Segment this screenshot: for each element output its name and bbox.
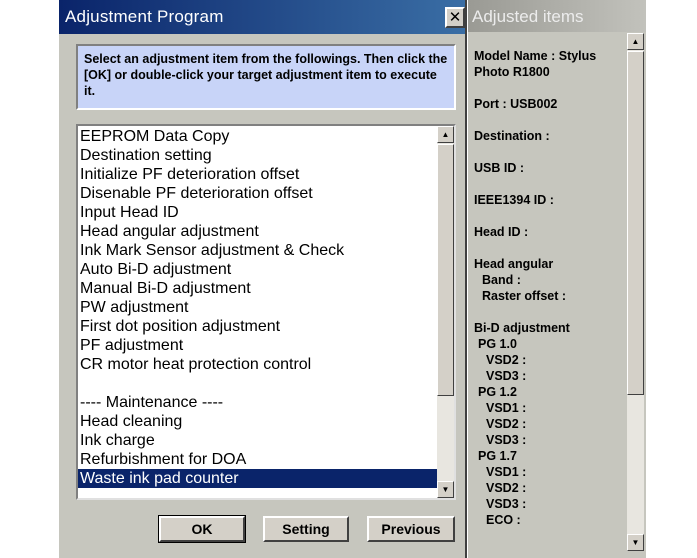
list-item[interactable]: PW adjustment — [78, 298, 437, 317]
adjusted-item-line: Raster offset : — [482, 289, 567, 303]
adjusted-item-line: VSD1 : — [486, 401, 527, 415]
panel-scrollbar[interactable]: ▲ ▼ — [627, 33, 644, 551]
adjusted-item-line: VSD3 : — [486, 369, 527, 383]
list-item[interactable]: First dot position adjustment — [78, 317, 437, 336]
triangle-down-icon: ▼ — [441, 485, 450, 494]
list-scroll-down-button[interactable]: ▼ — [437, 481, 454, 498]
adjusted-item-line: VSD3 : — [486, 497, 527, 511]
adjusted-item-line: PG 1.2 — [478, 385, 517, 399]
ok-button[interactable]: OK — [158, 515, 246, 543]
list-item[interactable]: Destination setting — [78, 146, 437, 165]
adjusted-item-line: PG 1.7 — [478, 449, 517, 463]
list-item[interactable]: Initialize PF deterioration offset — [78, 165, 437, 184]
list-item[interactable]: Ink charge — [78, 431, 437, 450]
list-item[interactable]: Head angular adjustment — [78, 222, 437, 241]
background-margin — [646, 0, 697, 558]
triangle-down-icon: ▼ — [631, 538, 640, 547]
panel-scroll-thumb[interactable] — [627, 51, 644, 395]
list-scroll-up-button[interactable]: ▲ — [437, 126, 454, 143]
list-item[interactable] — [78, 374, 437, 393]
close-icon: ✕ — [448, 9, 462, 26]
adjusted-items-window: Adjusted items Model Name : Stylus Photo … — [468, 0, 646, 558]
adjusted-item-line: VSD2 : — [486, 417, 527, 431]
list-item[interactable]: Head cleaning — [78, 412, 437, 431]
adjusted-item-line: Head ID : — [474, 225, 529, 239]
adjusted-item-line: Model Name : Stylus — [474, 49, 597, 63]
adjusted-item-line: Bi-D adjustment — [474, 321, 570, 335]
title-bar: Adjustment Program ✕ — [59, 0, 465, 34]
triangle-up-icon: ▲ — [631, 37, 640, 46]
setting-button[interactable]: Setting — [263, 516, 349, 542]
triangle-up-icon: ▲ — [441, 130, 450, 139]
instruction-text: Select an adjustment item from the follo… — [76, 44, 456, 110]
list-item[interactable]: CR motor heat protection control — [78, 355, 437, 374]
adjusted-item-line: Photo R1800 — [474, 65, 550, 79]
list-scrollbar[interactable]: ▲ ▼ — [437, 126, 454, 498]
panel-scroll-down-button[interactable]: ▼ — [627, 534, 644, 551]
adjusted-item-line: Band : — [482, 273, 521, 287]
adjusted-item-line: VSD3 : — [486, 433, 527, 447]
adjusted-item-line: PG 1.0 — [478, 337, 517, 351]
adjusted-item-line: Head angular — [474, 257, 554, 271]
adjusted-item-line: Port : USB002 — [474, 97, 558, 111]
list-item[interactable]: Manual Bi-D adjustment — [78, 279, 437, 298]
panel-title: Adjusted items — [472, 7, 584, 26]
list-item[interactable]: Waste ink pad counter — [78, 469, 437, 488]
list-item[interactable]: Ink Mark Sensor adjustment & Check — [78, 241, 437, 260]
list-item[interactable]: Refurbishment for DOA — [78, 450, 437, 469]
adjustment-program-window: Adjustment Program ✕ Select an adjustmen… — [57, 0, 467, 558]
adjustment-item-list[interactable]: EEPROM Data Copy Destination setting Initi… — [76, 124, 456, 500]
list-item[interactable]: PF adjustment — [78, 336, 437, 355]
adjusted-item-line: IEEE1394 ID : — [474, 193, 554, 207]
window-title: Adjustment Program — [65, 7, 224, 26]
close-button[interactable]: ✕ — [445, 7, 465, 28]
list-item[interactable]: Disenable PF deterioration offset — [78, 184, 437, 203]
panel-title-bar: Adjusted items — [468, 0, 646, 32]
adjusted-item-line: VSD2 : — [486, 481, 527, 495]
adjusted-item-line: ECO : — [486, 513, 521, 527]
adjusted-item-line: VSD1 : — [486, 465, 527, 479]
list-item[interactable]: EEPROM Data Copy — [78, 127, 437, 146]
adjusted-item-line: USB ID : — [474, 161, 524, 175]
adjusted-item-line: Destination : — [474, 129, 550, 143]
list-item[interactable]: Auto Bi-D adjustment — [78, 260, 437, 279]
previous-button[interactable]: Previous — [367, 516, 455, 542]
list-scroll-thumb[interactable] — [437, 144, 454, 396]
list-item[interactable]: Input Head ID — [78, 203, 437, 222]
adjusted-item-line: VSD2 : — [486, 353, 527, 367]
panel-scroll-up-button[interactable]: ▲ — [627, 33, 644, 50]
list-item[interactable]: ---- Maintenance ---- — [78, 393, 437, 412]
adjustment-items: EEPROM Data Copy Destination setting Initi… — [78, 127, 437, 488]
